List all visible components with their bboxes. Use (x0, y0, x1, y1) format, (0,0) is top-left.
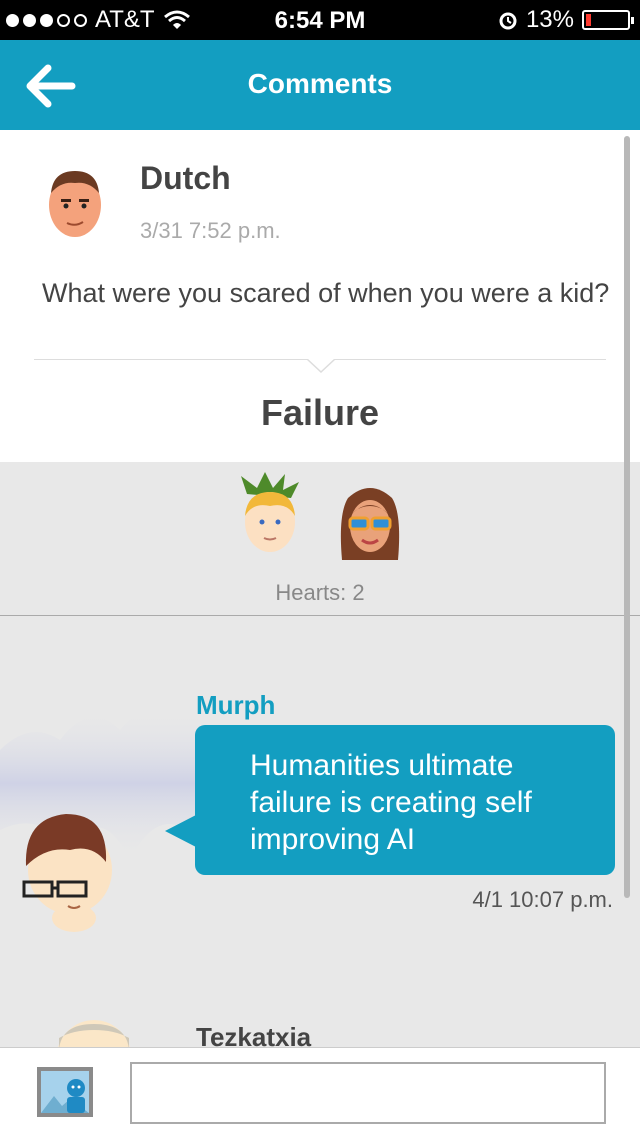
divider-caret-icon (307, 359, 335, 373)
image-icon[interactable] (36, 1066, 94, 1118)
comment-timestamp: 4/1 10:07 p.m. (472, 887, 613, 912)
comment-input[interactable] (130, 1062, 606, 1124)
scrollbar[interactable] (624, 136, 630, 898)
status-bar: AT&T 6:54 PM 13% (0, 0, 640, 40)
comment-bubble: Humanities ultimate failure is creating … (165, 725, 615, 875)
page-title: Comments (247, 68, 393, 99)
heart-user-avatar[interactable] (338, 484, 402, 562)
status-right: 13% (498, 6, 634, 34)
battery-percent: 13% (525, 6, 574, 33)
author-avatar[interactable] (45, 165, 105, 239)
post-question: What were you scared of when you were a … (42, 278, 610, 308)
comment-author-name[interactable]: Murph (196, 690, 275, 721)
compose-bar (0, 1047, 640, 1137)
hearts-count: Hearts: 2 (275, 580, 365, 605)
commenter-avatar[interactable] (18, 810, 118, 935)
comment-text: Humanities ultimate failure is creating … (250, 749, 532, 856)
hearts-section: Hearts: 2 (0, 462, 640, 616)
battery-icon (582, 10, 634, 30)
alarm-icon (499, 12, 517, 30)
post-author-name[interactable]: Dutch (140, 160, 231, 197)
post-card: Dutch 3/31 7:52 p.m. What were you scare… (0, 130, 640, 462)
header-bar: Comments (0, 40, 640, 130)
heart-user-avatar[interactable] (235, 472, 305, 554)
post-answer: Failure (260, 392, 380, 433)
post-timestamp: 3/31 7:52 p.m. (140, 218, 281, 243)
